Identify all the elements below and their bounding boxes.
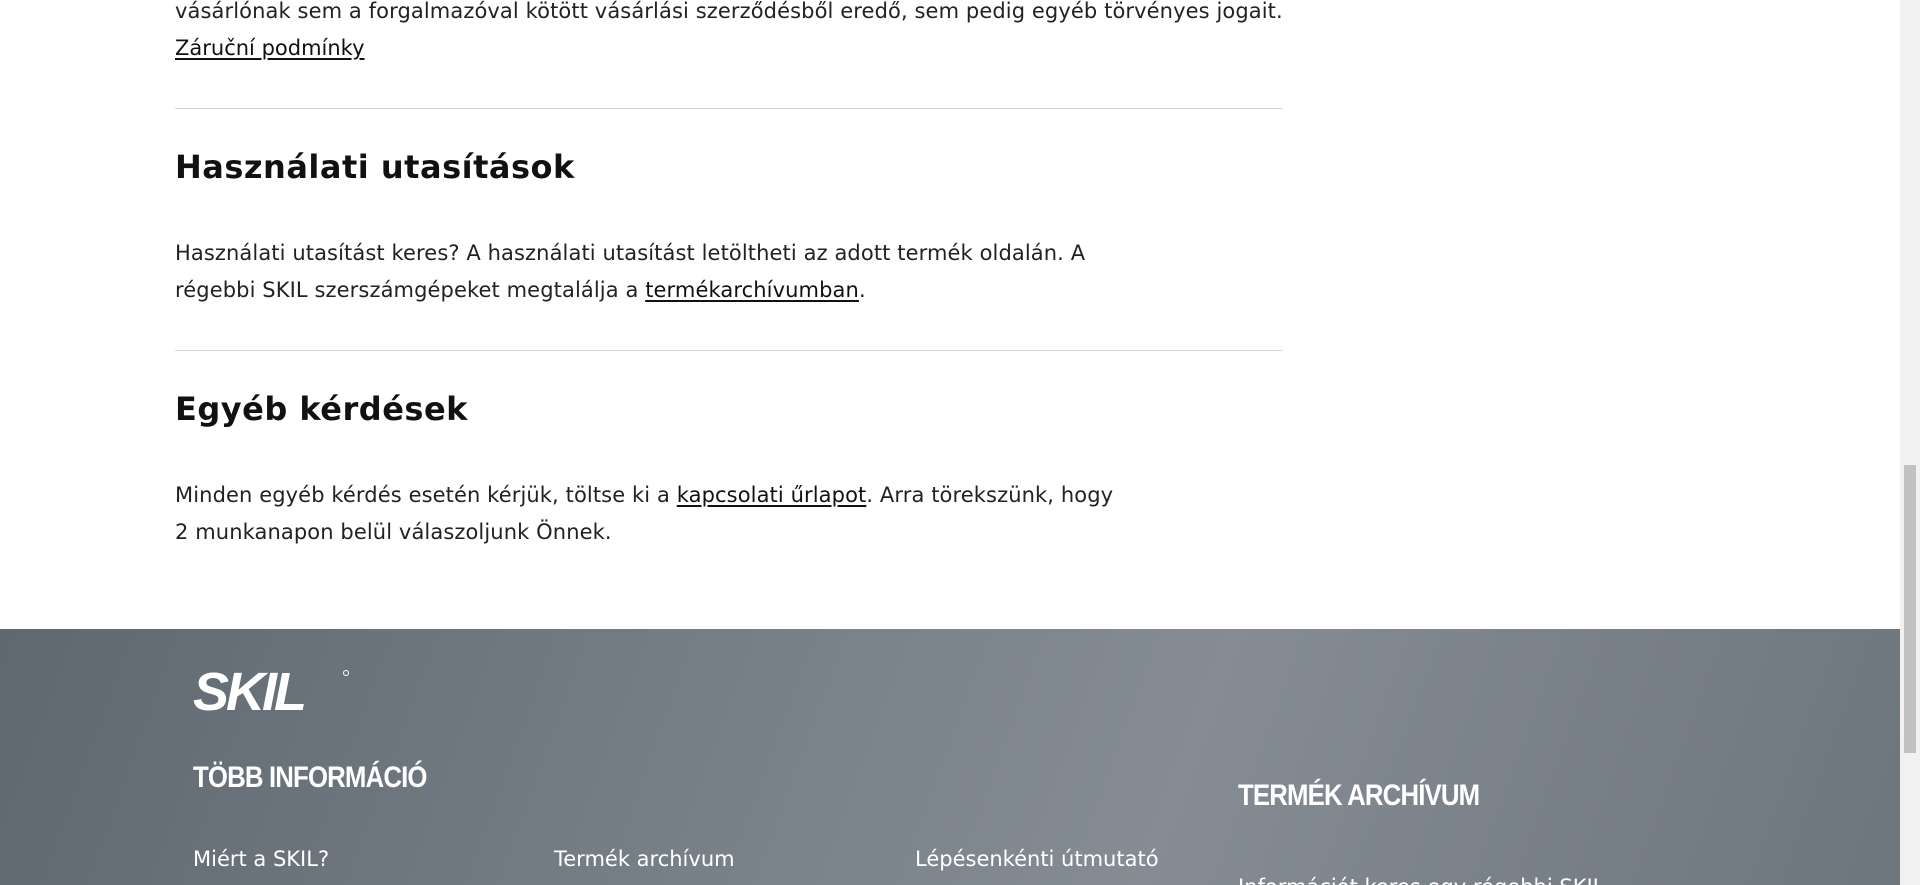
site-footer: SKIL TÖBB INFORMÁCIÓ TERMÉK ARCHÍVUM Mié… [0,629,1900,885]
section-divider [175,108,1282,109]
other-questions-heading: Egyéb kérdések [175,390,468,428]
skil-logo[interactable]: SKIL [193,662,353,722]
section-divider [175,350,1282,351]
vertical-scrollbar[interactable] [1900,0,1920,885]
product-archive-link[interactable]: termékarchívumban [645,278,859,302]
footer-link-step-by-step-guide[interactable]: Lépésenkénti útmutató [915,847,1159,871]
manuals-text-after: . [858,278,866,302]
page-viewport: vásárlónak sem a forgalmazóval kötött vá… [0,0,1900,885]
skil-logo-text: SKIL [193,666,304,718]
warranty-conditions-link[interactable]: Záruční podmínky [175,30,365,67]
archive-description: Információt keres egy régebbi SKIL [1238,875,1604,885]
product-archive-heading: TERMÉK ARCHÍVUM [1238,779,1480,812]
warranty-text: vásárlónak sem a forgalmazóval kötött vá… [175,0,1283,23]
contact-form-link[interactable]: kapcsolati űrlapot [677,483,867,507]
manuals-text: Használati utasítást keres? A használati… [175,235,1115,309]
other-questions-text: Minden egyéb kérdés esetén kérjük, tölts… [175,477,1115,551]
manuals-heading: Használati utasítások [175,148,575,186]
skil-logo-icon: SKIL [193,662,349,722]
footer-link-why-skil[interactable]: Miért a SKIL? [193,847,329,871]
other-text-before: Minden egyéb kérdés esetén kérjük, tölts… [175,483,677,507]
manuals-body: Használati utasítást keres? A használati… [175,235,1115,309]
manuals-text-before: Használati utasítást keres? A használati… [175,241,1086,302]
more-info-heading: TÖBB INFORMÁCIÓ [193,761,427,794]
other-questions-body: Minden egyéb kérdés esetén kérjük, tölts… [175,477,1115,551]
footer-link-product-archive[interactable]: Termék archívum [554,847,735,871]
scrollbar-thumb[interactable] [1904,465,1916,753]
